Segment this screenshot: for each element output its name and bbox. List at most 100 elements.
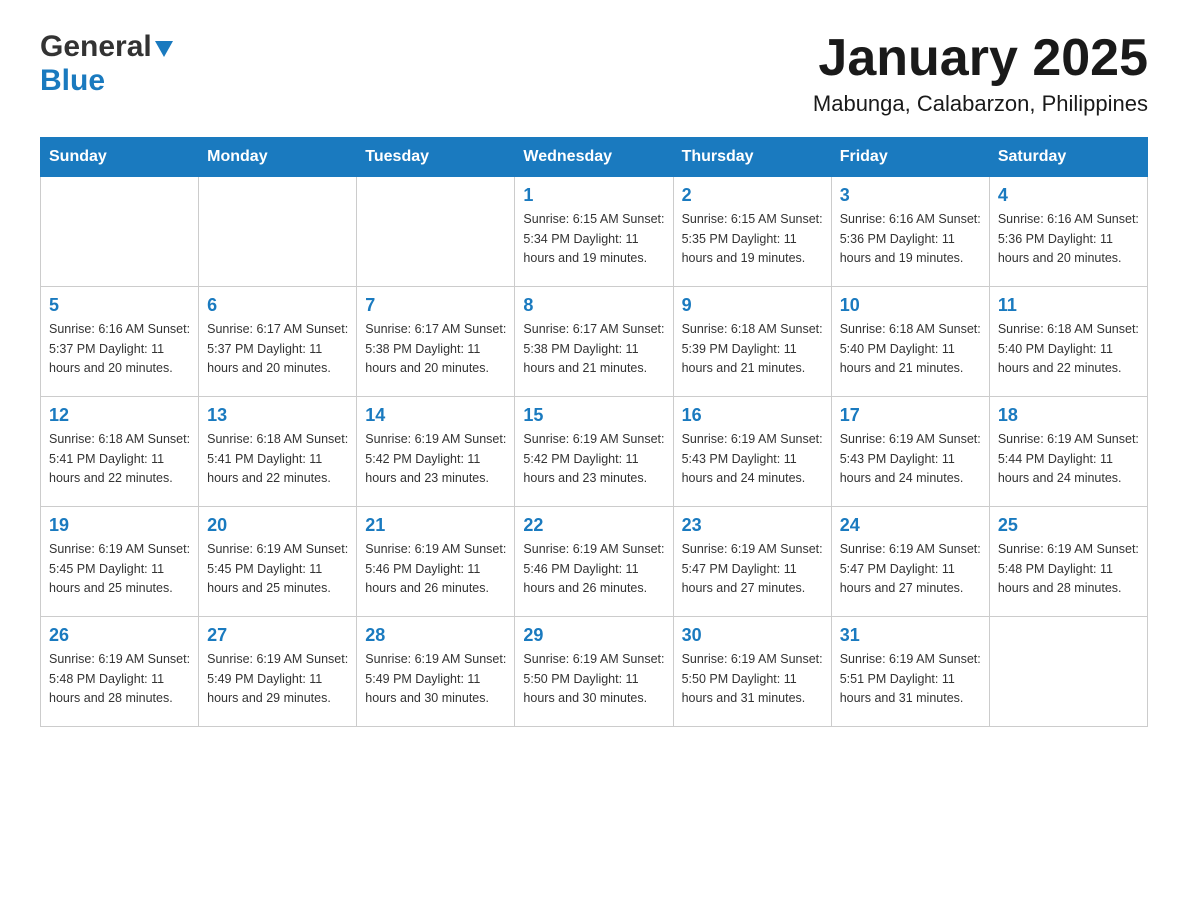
logo-general: General xyxy=(40,30,152,64)
table-row: 22 Sunrise: 6:19 AM Sunset: 5:46 PM Dayli… xyxy=(515,507,673,617)
header-friday: Friday xyxy=(831,138,989,177)
day-info: Sunrise: 6:15 AM Sunset: 5:34 PM Dayligh… xyxy=(523,210,664,268)
day-info: Sunrise: 6:16 AM Sunset: 5:36 PM Dayligh… xyxy=(840,210,981,268)
day-info: Sunrise: 6:19 AM Sunset: 5:48 PM Dayligh… xyxy=(998,540,1139,598)
day-info: Sunrise: 6:18 AM Sunset: 5:41 PM Dayligh… xyxy=(49,430,190,488)
day-number: 19 xyxy=(49,515,190,536)
header-sunday: Sunday xyxy=(41,138,199,177)
day-number: 9 xyxy=(682,295,823,316)
title-section: January 2025 Mabunga, Calabarzon, Philip… xyxy=(813,30,1148,117)
table-row: 8 Sunrise: 6:17 AM Sunset: 5:38 PM Daylig… xyxy=(515,287,673,397)
table-row: 27 Sunrise: 6:19 AM Sunset: 5:49 PM Dayli… xyxy=(199,617,357,727)
table-row: 31 Sunrise: 6:19 AM Sunset: 5:51 PM Dayli… xyxy=(831,617,989,727)
table-row: 9 Sunrise: 6:18 AM Sunset: 5:39 PM Daylig… xyxy=(673,287,831,397)
table-row xyxy=(41,177,199,287)
day-info: Sunrise: 6:19 AM Sunset: 5:42 PM Dayligh… xyxy=(523,430,664,488)
day-number: 8 xyxy=(523,295,664,316)
calendar-week-row: 1 Sunrise: 6:15 AM Sunset: 5:34 PM Daylig… xyxy=(41,177,1148,287)
day-info: Sunrise: 6:19 AM Sunset: 5:43 PM Dayligh… xyxy=(682,430,823,488)
table-row: 30Sunrise: 6:19 AM Sunset: 5:50 PM Dayli… xyxy=(673,617,831,727)
day-number: 21 xyxy=(365,515,506,536)
day-number: 14 xyxy=(365,405,506,426)
day-number: 2 xyxy=(682,185,823,206)
table-row xyxy=(357,177,515,287)
day-info: Sunrise: 6:19 AM Sunset: 5:49 PM Dayligh… xyxy=(365,650,506,708)
day-info: Sunrise: 6:19 AM Sunset: 5:51 PM Dayligh… xyxy=(840,650,981,708)
table-row: 20 Sunrise: 6:19 AM Sunset: 5:45 PM Dayli… xyxy=(199,507,357,617)
header-monday: Monday xyxy=(199,138,357,177)
table-row: 29 Sunrise: 6:19 AM Sunset: 5:50 PM Dayli… xyxy=(515,617,673,727)
location: Mabunga, Calabarzon, Philippines xyxy=(813,91,1148,117)
day-info: Sunrise: 6:19 AM Sunset: 5:44 PM Dayligh… xyxy=(998,430,1139,488)
day-number: 10 xyxy=(840,295,981,316)
day-info: Sunrise: 6:19 AM Sunset: 5:50 PM Dayligh… xyxy=(523,650,664,708)
table-row xyxy=(199,177,357,287)
day-number: 17 xyxy=(840,405,981,426)
day-info: Sunrise: 6:19 AM Sunset: 5:46 PM Dayligh… xyxy=(523,540,664,598)
day-number: 7 xyxy=(365,295,506,316)
header-wednesday: Wednesday xyxy=(515,138,673,177)
day-info: Sunrise: 6:18 AM Sunset: 5:39 PM Dayligh… xyxy=(682,320,823,378)
table-row: 11Sunrise: 6:18 AM Sunset: 5:40 PM Dayli… xyxy=(989,287,1147,397)
table-row: 15 Sunrise: 6:19 AM Sunset: 5:42 PM Dayli… xyxy=(515,397,673,507)
calendar-week-row: 5 Sunrise: 6:16 AM Sunset: 5:37 PM Daylig… xyxy=(41,287,1148,397)
table-row: 25 Sunrise: 6:19 AM Sunset: 5:48 PM Dayli… xyxy=(989,507,1147,617)
day-info: Sunrise: 6:16 AM Sunset: 5:36 PM Dayligh… xyxy=(998,210,1139,268)
table-row: 18 Sunrise: 6:19 AM Sunset: 5:44 PM Dayli… xyxy=(989,397,1147,507)
logo-triangle-icon xyxy=(155,41,173,57)
day-number: 11 xyxy=(998,295,1139,316)
header-tuesday: Tuesday xyxy=(357,138,515,177)
day-info: Sunrise: 6:19 AM Sunset: 5:43 PM Dayligh… xyxy=(840,430,981,488)
day-info: Sunrise: 6:19 AM Sunset: 5:47 PM Dayligh… xyxy=(840,540,981,598)
day-info: Sunrise: 6:16 AM Sunset: 5:37 PM Dayligh… xyxy=(49,320,190,378)
day-info: Sunrise: 6:19 AM Sunset: 5:47 PM Dayligh… xyxy=(682,540,823,598)
table-row: 1 Sunrise: 6:15 AM Sunset: 5:34 PM Daylig… xyxy=(515,177,673,287)
day-info: Sunrise: 6:19 AM Sunset: 5:49 PM Dayligh… xyxy=(207,650,348,708)
day-info: Sunrise: 6:19 AM Sunset: 5:48 PM Dayligh… xyxy=(49,650,190,708)
table-row: 16Sunrise: 6:19 AM Sunset: 5:43 PM Dayli… xyxy=(673,397,831,507)
day-number: 29 xyxy=(523,625,664,646)
table-row: 26 Sunrise: 6:19 AM Sunset: 5:48 PM Dayli… xyxy=(41,617,199,727)
day-info: Sunrise: 6:19 AM Sunset: 5:45 PM Dayligh… xyxy=(207,540,348,598)
day-number: 3 xyxy=(840,185,981,206)
calendar-week-row: 12 Sunrise: 6:18 AM Sunset: 5:41 PM Dayli… xyxy=(41,397,1148,507)
day-number: 12 xyxy=(49,405,190,426)
day-number: 20 xyxy=(207,515,348,536)
weekday-header-row: Sunday Monday Tuesday Wednesday Thursday… xyxy=(41,138,1148,177)
day-info: Sunrise: 6:15 AM Sunset: 5:35 PM Dayligh… xyxy=(682,210,823,268)
header-thursday: Thursday xyxy=(673,138,831,177)
day-info: Sunrise: 6:18 AM Sunset: 5:41 PM Dayligh… xyxy=(207,430,348,488)
table-row: 17 Sunrise: 6:19 AM Sunset: 5:43 PM Dayli… xyxy=(831,397,989,507)
day-info: Sunrise: 6:19 AM Sunset: 5:42 PM Dayligh… xyxy=(365,430,506,488)
table-row: 7 Sunrise: 6:17 AM Sunset: 5:38 PM Daylig… xyxy=(357,287,515,397)
day-info: Sunrise: 6:19 AM Sunset: 5:50 PM Dayligh… xyxy=(682,650,823,708)
calendar-table: Sunday Monday Tuesday Wednesday Thursday… xyxy=(40,137,1148,727)
table-row: 3 Sunrise: 6:16 AM Sunset: 5:36 PM Daylig… xyxy=(831,177,989,287)
table-row: 28Sunrise: 6:19 AM Sunset: 5:49 PM Dayli… xyxy=(357,617,515,727)
day-number: 5 xyxy=(49,295,190,316)
table-row: 23Sunrise: 6:19 AM Sunset: 5:47 PM Dayli… xyxy=(673,507,831,617)
table-row: 13 Sunrise: 6:18 AM Sunset: 5:41 PM Dayli… xyxy=(199,397,357,507)
day-number: 26 xyxy=(49,625,190,646)
table-row: 4Sunrise: 6:16 AM Sunset: 5:36 PM Daylig… xyxy=(989,177,1147,287)
calendar-week-row: 19 Sunrise: 6:19 AM Sunset: 5:45 PM Dayli… xyxy=(41,507,1148,617)
day-number: 31 xyxy=(840,625,981,646)
day-number: 24 xyxy=(840,515,981,536)
day-number: 1 xyxy=(523,185,664,206)
day-number: 6 xyxy=(207,295,348,316)
table-row: 5 Sunrise: 6:16 AM Sunset: 5:37 PM Daylig… xyxy=(41,287,199,397)
day-number: 18 xyxy=(998,405,1139,426)
page-header: General Blue January 2025 Mabunga, Calab… xyxy=(40,30,1148,117)
day-number: 27 xyxy=(207,625,348,646)
day-number: 25 xyxy=(998,515,1139,536)
table-row: 19Sunrise: 6:19 AM Sunset: 5:45 PM Dayli… xyxy=(41,507,199,617)
day-info: Sunrise: 6:17 AM Sunset: 5:38 PM Dayligh… xyxy=(523,320,664,378)
header-saturday: Saturday xyxy=(989,138,1147,177)
table-row xyxy=(989,617,1147,727)
day-number: 15 xyxy=(523,405,664,426)
table-row: 2 Sunrise: 6:15 AM Sunset: 5:35 PM Daylig… xyxy=(673,177,831,287)
logo-blue: Blue xyxy=(40,64,105,98)
day-info: Sunrise: 6:17 AM Sunset: 5:38 PM Dayligh… xyxy=(365,320,506,378)
day-number: 13 xyxy=(207,405,348,426)
day-number: 22 xyxy=(523,515,664,536)
